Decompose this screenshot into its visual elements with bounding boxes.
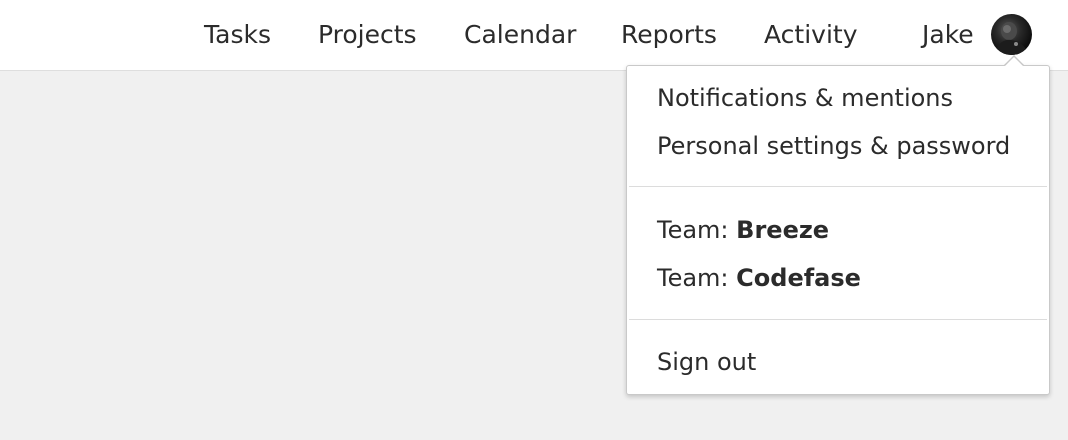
nav-projects[interactable]: Projects: [318, 18, 417, 52]
user-avatar-icon[interactable]: [991, 14, 1032, 55]
menu-divider: [629, 319, 1047, 320]
top-navigation-bar: Tasks Projects Calendar Reports Activity…: [0, 0, 1068, 71]
menu-notifications-mentions[interactable]: Notifications & mentions: [657, 81, 953, 115]
user-dropdown-menu: Notifications & mentions Personal settin…: [626, 65, 1050, 395]
menu-sign-out[interactable]: Sign out: [657, 345, 756, 379]
menu-divider: [629, 186, 1047, 187]
nav-tasks[interactable]: Tasks: [204, 18, 271, 52]
team-label: Team:: [657, 264, 737, 292]
menu-personal-settings[interactable]: Personal settings & password: [657, 129, 1010, 163]
dropdown-caret-fill: [1004, 57, 1024, 67]
team-label: Team:: [657, 216, 737, 244]
user-menu-name[interactable]: Jake: [922, 18, 974, 52]
nav-reports[interactable]: Reports: [621, 18, 717, 52]
team-name: Breeze: [736, 216, 830, 244]
team-name: Codefase: [736, 264, 861, 292]
menu-team-breeze[interactable]: Team: Breeze: [657, 213, 829, 247]
nav-activity[interactable]: Activity: [764, 18, 858, 52]
menu-team-codefase[interactable]: Team: Codefase: [657, 261, 861, 295]
nav-calendar[interactable]: Calendar: [464, 18, 576, 52]
